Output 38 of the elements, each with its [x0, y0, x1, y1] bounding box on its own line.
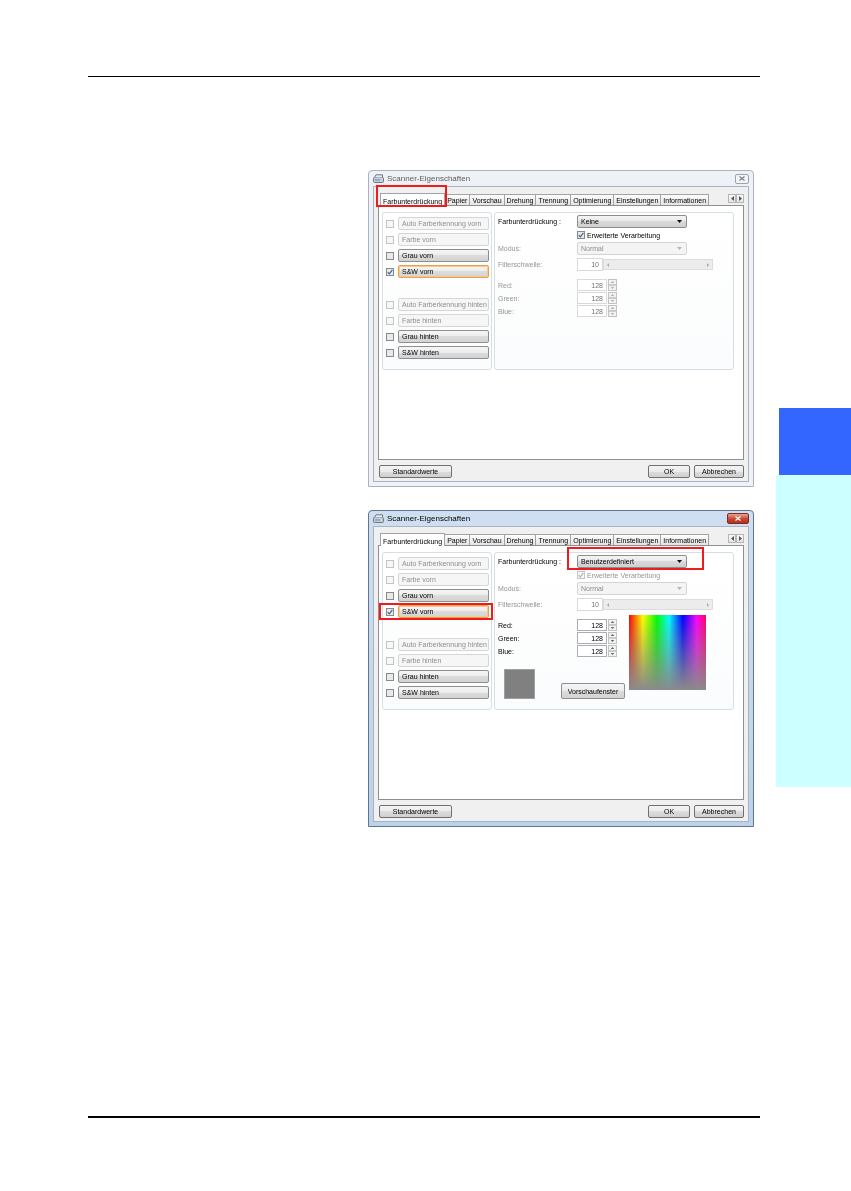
- checkbox[interactable]: [386, 267, 394, 276]
- checkbox[interactable]: [386, 607, 394, 616]
- spin-arrows-icon[interactable]: [608, 645, 617, 657]
- checkbox[interactable]: [386, 348, 394, 357]
- spin-arrows-icon[interactable]: [608, 619, 617, 631]
- caret-down-icon: [677, 560, 682, 563]
- scroll-right-button[interactable]: [736, 194, 744, 203]
- color-spectrum[interactable]: [629, 615, 706, 690]
- caret-right-icon: [707, 602, 709, 607]
- scroll-right-button[interactable]: [736, 534, 744, 543]
- window-title: Scanner-Eigenschaften: [387, 174, 471, 183]
- scanner-icon: [373, 514, 384, 523]
- caret-left-icon: [730, 536, 734, 541]
- checkbox[interactable]: [386, 672, 394, 681]
- spin-arrows-icon[interactable]: [608, 632, 617, 644]
- checkbox[interactable]: [577, 231, 585, 239]
- color-swatch-icon: [504, 669, 535, 699]
- checkbox[interactable]: [386, 251, 394, 260]
- close-icon: [735, 516, 741, 521]
- checkbox[interactable]: [386, 332, 394, 341]
- caret-down-icon: [677, 587, 682, 590]
- caret-right-icon: [738, 536, 742, 541]
- caret-left-icon: [607, 602, 609, 607]
- caret-left-icon: [607, 262, 609, 267]
- caret-right-icon: [707, 262, 709, 267]
- scroll-left-button[interactable]: [728, 194, 736, 203]
- caret-down-icon: [677, 220, 682, 223]
- window-title: Scanner-Eigenschaften: [387, 514, 471, 523]
- close-button[interactable]: [727, 513, 749, 524]
- checkbox[interactable]: [386, 688, 394, 697]
- scroll-left-button[interactable]: [728, 534, 736, 543]
- checkbox[interactable]: [386, 591, 394, 600]
- section-marker-block: [779, 408, 851, 475]
- caret-down-icon: [677, 247, 682, 250]
- caret-left-icon: [730, 196, 734, 201]
- close-icon: [739, 176, 745, 181]
- caret-right-icon: [738, 196, 742, 201]
- scanner-icon: [373, 174, 384, 183]
